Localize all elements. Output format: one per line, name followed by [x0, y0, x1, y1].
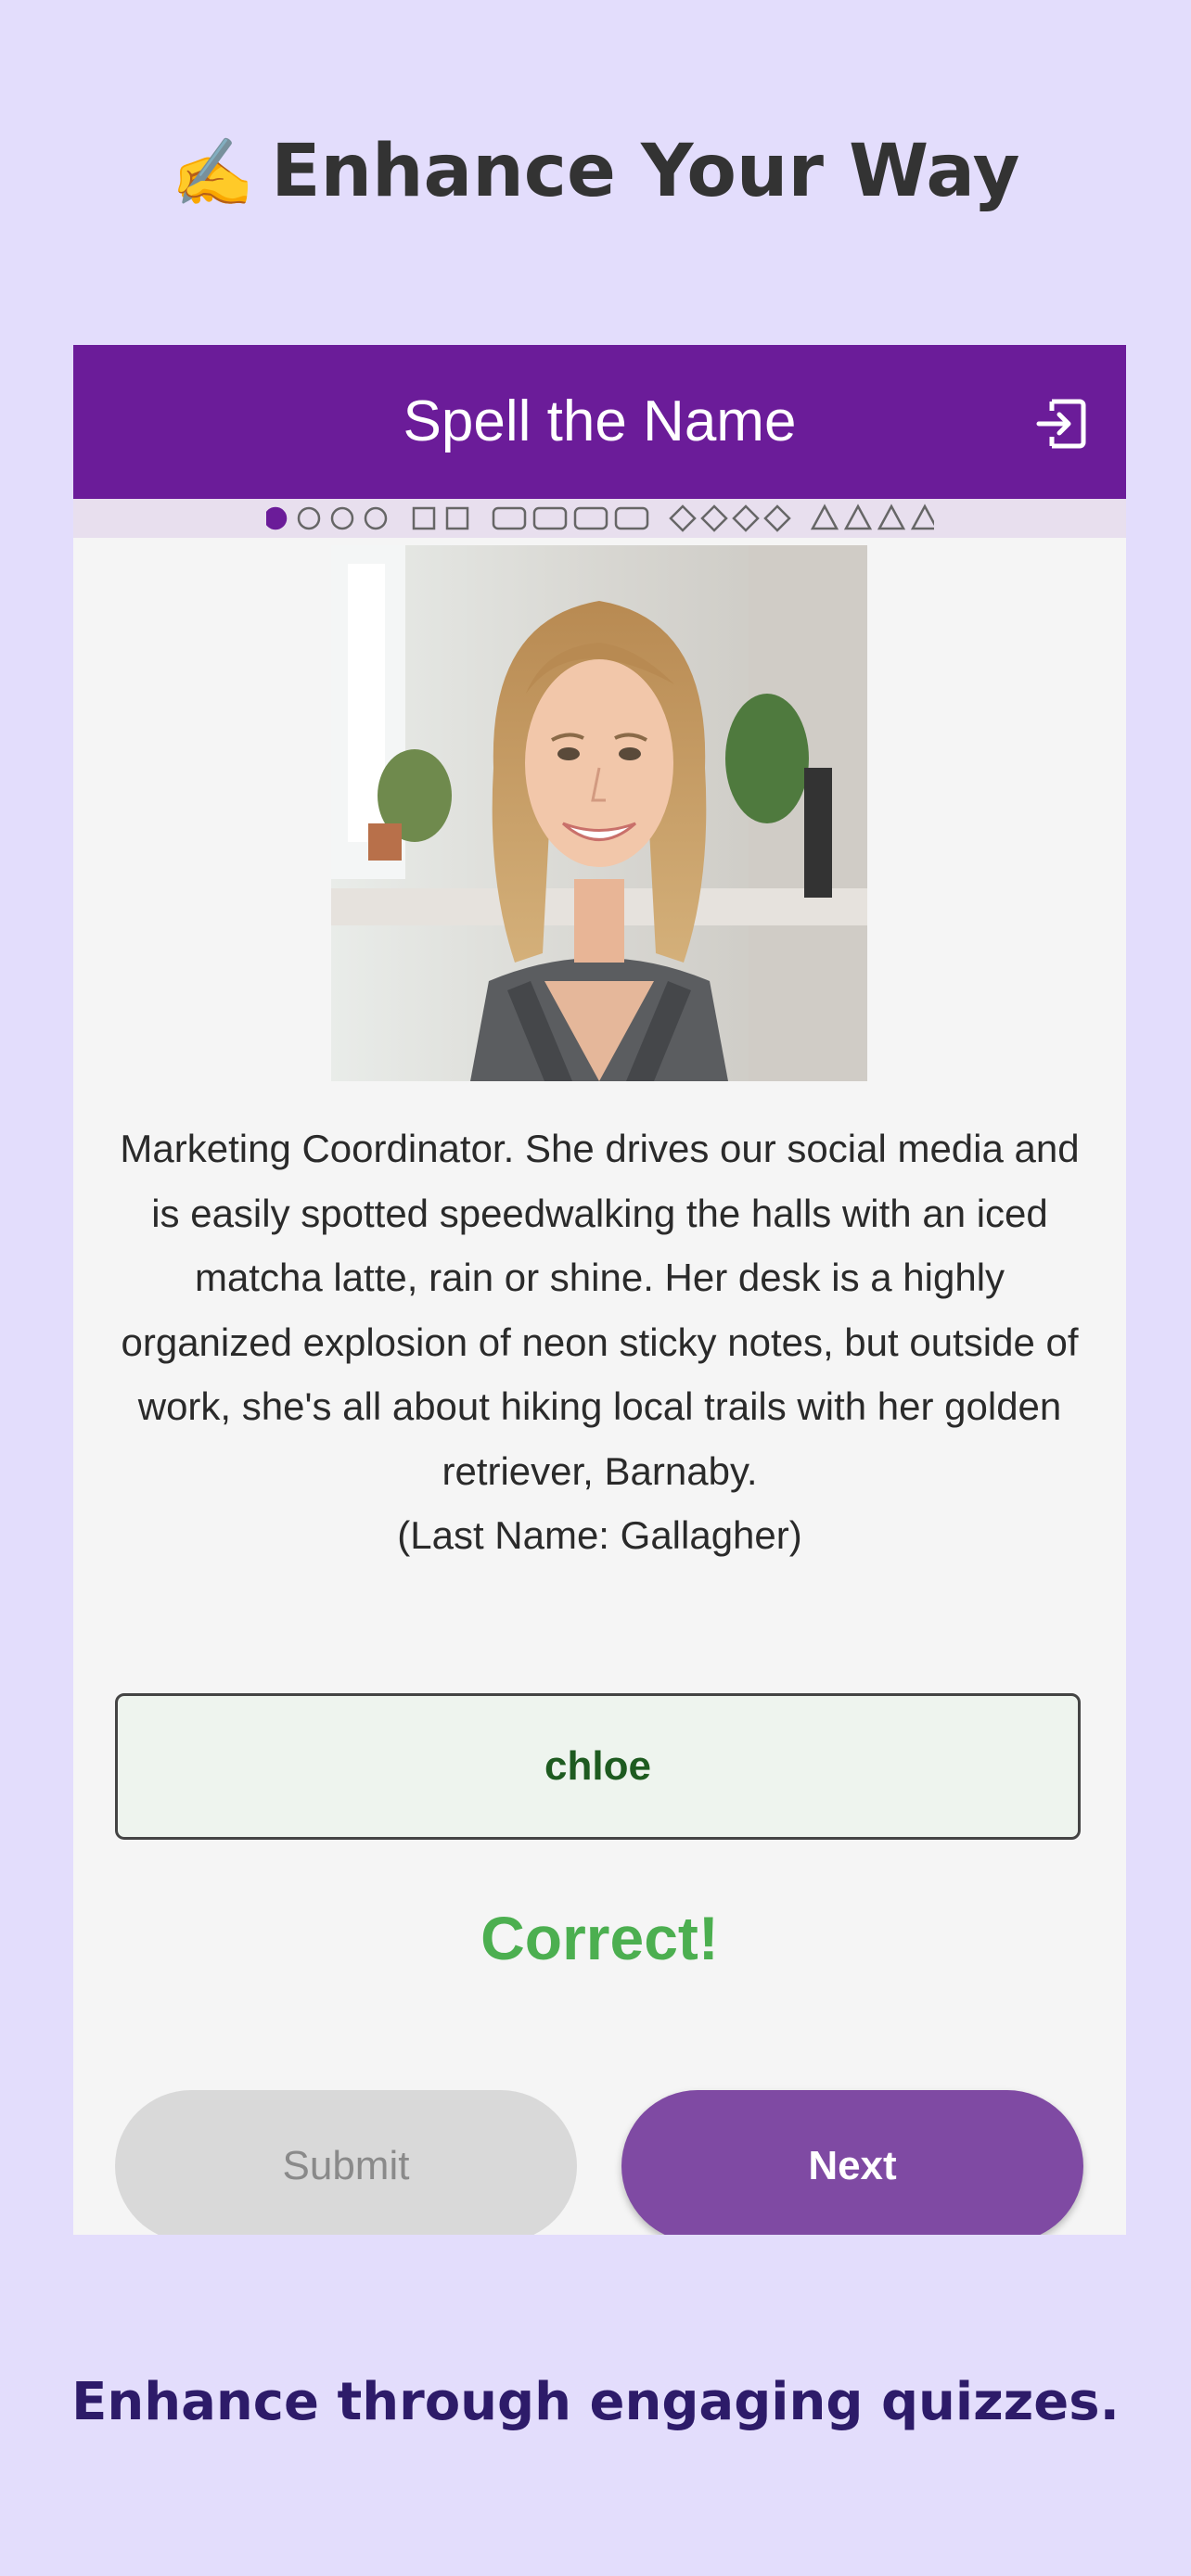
answer-input[interactable]: chloe [115, 1693, 1081, 1840]
progress-step-circle [297, 506, 320, 530]
bio-text-block: Marketing Coordinator. She drives our so… [110, 1116, 1089, 1568]
app-title: ✍️ Enhance Your Way [0, 130, 1191, 213]
progress-step-diamond [699, 504, 728, 532]
person-photo [331, 545, 867, 1081]
app-title-text: Enhance Your Way [271, 130, 1020, 213]
progress-step-circle [364, 506, 387, 530]
exit-icon[interactable] [1033, 396, 1089, 452]
progress-step-rounded-rect [492, 506, 526, 530]
submit-button[interactable]: Submit [115, 2090, 577, 2235]
writing-hand-icon: ✍️ [171, 134, 255, 211]
progress-step-triangle [877, 504, 905, 530]
progress-step-triangle [910, 504, 934, 530]
progress-step-diamond [668, 504, 697, 532]
tagline: Enhance through engaging quizzes. [71, 2372, 1120, 2432]
progress-step-circle [265, 506, 287, 530]
progress-step-rounded-rect [532, 506, 567, 530]
progress-step-square [412, 506, 435, 530]
progress-step-triangle [810, 504, 839, 530]
progress-shapes [265, 504, 934, 532]
progress-step-diamond [762, 504, 791, 532]
bio-description: Marketing Coordinator. She drives our so… [120, 1127, 1080, 1493]
progress-step-rounded-rect [614, 506, 648, 530]
progress-step-square [445, 506, 468, 530]
quiz-card: Spell the Name Marketing Coordinator. Sh… [73, 345, 1126, 2235]
progress-step-triangle [843, 504, 872, 530]
progress-step-rounded-rect [573, 506, 608, 530]
progress-indicator [73, 499, 1126, 538]
progress-step-circle [330, 506, 353, 530]
quiz-header: Spell the Name [73, 345, 1126, 499]
progress-step-diamond [731, 504, 760, 532]
feedback-message: Correct! [480, 1904, 719, 1972]
last-name-hint: (Last Name: Gallagher) [397, 1513, 802, 1557]
next-button[interactable]: Next [621, 2090, 1083, 2235]
quiz-title: Spell the Name [403, 389, 797, 453]
